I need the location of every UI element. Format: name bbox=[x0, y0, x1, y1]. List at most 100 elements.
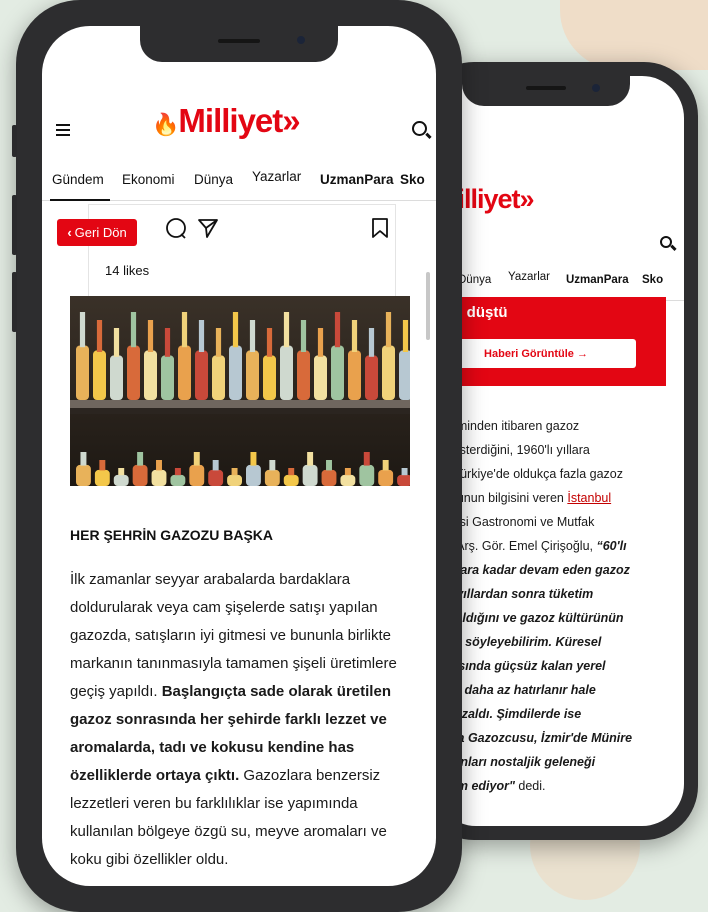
nav-item[interactable]: Sko bbox=[400, 172, 425, 187]
bottle-neck bbox=[118, 468, 125, 476]
bottle bbox=[76, 345, 89, 400]
bottle bbox=[144, 350, 157, 400]
nav-item[interactable]: Gündem bbox=[52, 172, 104, 187]
bookmark-icon[interactable] bbox=[371, 217, 389, 239]
bottle bbox=[178, 345, 191, 400]
nav-item[interactable]: Sko bbox=[642, 274, 663, 286]
bottle bbox=[280, 345, 293, 400]
search-icon[interactable] bbox=[660, 236, 672, 248]
bottle-neck bbox=[363, 452, 370, 466]
bottle-neck bbox=[385, 312, 392, 348]
bottle bbox=[297, 350, 310, 400]
bottle-neck bbox=[193, 452, 200, 466]
background-shape bbox=[560, 0, 708, 70]
bottle bbox=[359, 464, 375, 486]
article-line: 0'li yıllardan sonra tüketim bbox=[436, 587, 594, 601]
brand-name: Milliyet bbox=[178, 102, 283, 139]
share-icon[interactable] bbox=[197, 217, 219, 239]
view-news-button[interactable]: Haberi Görüntüle → bbox=[436, 339, 636, 368]
search-icon[interactable] bbox=[412, 121, 427, 136]
bottle-neck bbox=[181, 312, 188, 348]
bottle-neck bbox=[174, 468, 181, 476]
bottle bbox=[229, 345, 242, 400]
likes-count: 14 likes bbox=[105, 263, 150, 278]
bottle-neck bbox=[317, 328, 324, 357]
scrollbar[interactable] bbox=[426, 272, 430, 340]
brand-arrows: » bbox=[282, 102, 300, 139]
bottle-neck bbox=[269, 460, 276, 471]
article-line: arı azaldı. Şimdilerde ise bbox=[436, 707, 582, 721]
nav-item[interactable]: Ekonomi bbox=[122, 172, 175, 187]
bottle-neck bbox=[288, 468, 295, 476]
bottle-neck bbox=[249, 320, 256, 352]
bottle bbox=[161, 355, 174, 400]
bottle-neck bbox=[99, 460, 106, 471]
bottle-neck bbox=[307, 452, 314, 466]
front-phone-screen: 🔥Milliyet» Gündem Ekonomi Dünya Yazarlar Uzm… bbox=[42, 26, 436, 886]
phone-notch bbox=[140, 26, 338, 62]
bottle-neck bbox=[382, 460, 389, 471]
bottle bbox=[321, 469, 337, 486]
article-line: anla daha az hatırlanır hale bbox=[436, 683, 596, 697]
article-link[interactable]: İstanbul bbox=[567, 491, 611, 505]
bottle bbox=[348, 350, 361, 400]
bottle bbox=[263, 355, 276, 400]
article-line: evam ediyor" dedi. bbox=[436, 779, 546, 793]
bottle-neck bbox=[266, 328, 273, 357]
back-button[interactable]: ‹ Geri Dön bbox=[57, 219, 137, 246]
bottle-neck bbox=[300, 320, 307, 352]
front-phone-mockup: 🔥Milliyet» Gündem Ekonomi Dünya Yazarlar Uzm… bbox=[12, 0, 462, 912]
bottle-neck bbox=[79, 312, 86, 348]
nav-item[interactable]: Dünya bbox=[458, 274, 491, 286]
bottle bbox=[170, 474, 186, 486]
bottle-neck bbox=[164, 328, 171, 357]
bottle-neck bbox=[334, 312, 341, 348]
bottle-neck bbox=[250, 452, 257, 466]
article-line: ş gösterdiğini, 1960'lı yıllara bbox=[436, 443, 590, 457]
article-photo bbox=[70, 296, 410, 486]
bottle bbox=[302, 464, 318, 486]
bottle bbox=[378, 469, 394, 486]
bottle bbox=[127, 345, 140, 400]
news-banner: pol düştü Haberi Görüntüle → bbox=[434, 297, 666, 386]
bottle bbox=[93, 350, 106, 400]
bottle bbox=[399, 350, 410, 400]
top-nav: iDünyaYazarlarUzmanParaSko bbox=[434, 262, 684, 301]
bottle-neck bbox=[401, 468, 408, 476]
comment-icon[interactable] bbox=[165, 217, 187, 239]
nav-item[interactable]: Dünya bbox=[194, 172, 233, 187]
nav-item[interactable]: UzmanPara bbox=[566, 274, 629, 286]
bottle bbox=[397, 474, 410, 486]
bottle bbox=[227, 474, 242, 486]
paragraph-text: İlk zamanlar seyyar arabalarda bardaklar… bbox=[70, 571, 397, 700]
bottle-neck bbox=[137, 452, 144, 466]
bottle bbox=[246, 464, 261, 486]
bottle bbox=[382, 345, 395, 400]
brand-arrows: » bbox=[519, 184, 535, 214]
nav-item[interactable]: Yazarlar bbox=[508, 271, 550, 283]
article-line: se Türkiye'de oldukça fazla gazoz bbox=[436, 467, 623, 481]
phone-notch bbox=[462, 76, 630, 106]
nav-item[interactable]: UzmanPara bbox=[320, 172, 394, 187]
bottle-neck bbox=[231, 468, 238, 476]
article-line: i yıllara kadar devam eden gazoz bbox=[436, 563, 630, 577]
bottle bbox=[189, 464, 205, 486]
brand-logo[interactable]: 🔥Milliyet» bbox=[150, 102, 301, 140]
article-line: daraldığını ve gazoz kültürünün bbox=[436, 611, 624, 625]
bottle bbox=[113, 474, 129, 486]
top-nav: Gündem Ekonomi Dünya Yazarlar UzmanPara Sko bbox=[42, 160, 436, 201]
bottle-neck bbox=[368, 328, 375, 357]
menu-icon[interactable] bbox=[56, 124, 70, 139]
article-line: rsitesi Gastronomi ve Mutfak bbox=[436, 515, 595, 529]
article-line: mü Arş. Gör. Emel Çirişoğlu, “60'lı bbox=[436, 539, 627, 553]
nav-item[interactable]: Yazarlar bbox=[252, 169, 301, 184]
bottle bbox=[331, 345, 344, 400]
bottle bbox=[283, 474, 299, 486]
bottle bbox=[264, 469, 280, 486]
bottle bbox=[151, 469, 167, 486]
bottle-neck bbox=[212, 460, 219, 471]
bottle bbox=[132, 464, 148, 486]
bottle bbox=[195, 350, 208, 400]
bottle-neck bbox=[156, 460, 162, 471]
bottle-neck bbox=[232, 312, 239, 348]
